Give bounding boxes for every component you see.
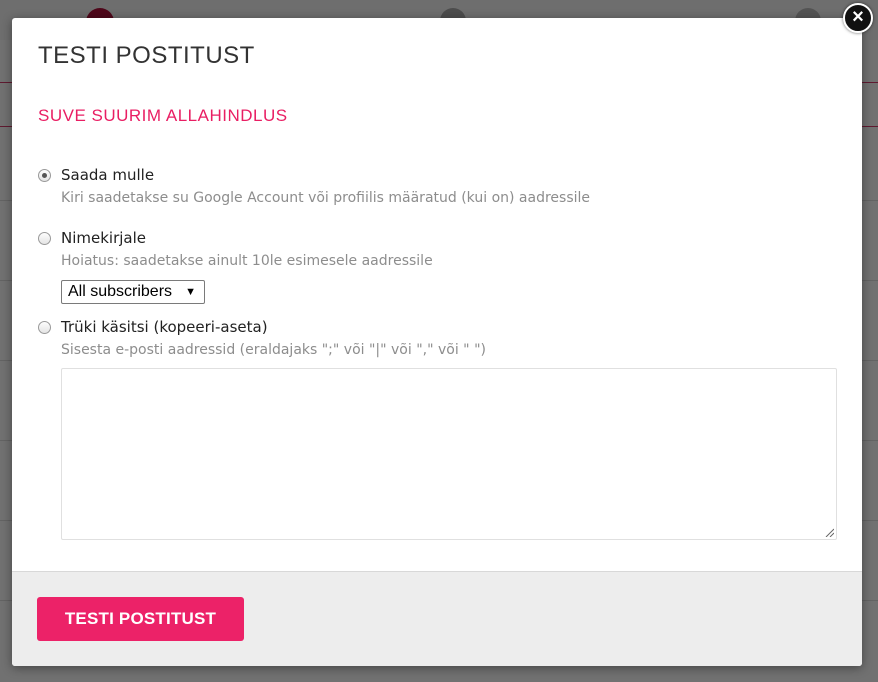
list-select[interactable]: All subscribers ▼ (61, 280, 205, 304)
option-label[interactable]: Nimekirjale (61, 229, 146, 247)
send-test-button[interactable]: TESTI POSTITUST (37, 597, 244, 641)
campaign-name: SUVE SUURIM ALLAHINDLUS (38, 106, 288, 125)
test-send-modal: TESTI POSTITUST SUVE SUURIM ALLAHINDLUS … (12, 18, 862, 666)
option-label[interactable]: Saada mulle (61, 166, 154, 184)
radio-send-to-me[interactable] (38, 169, 51, 182)
option-help-text: Sisesta e-posti aadressid (eraldajaks ";… (61, 342, 486, 358)
list-select-value: All subscribers (68, 283, 173, 300)
radio-to-list[interactable] (38, 232, 51, 245)
emails-textarea[interactable] (61, 368, 837, 540)
option-label[interactable]: Trüki käsitsi (kopeeri-aseta) (61, 318, 268, 336)
modal-footer: TESTI POSTITUST (12, 571, 862, 666)
close-icon[interactable]: × (843, 3, 873, 33)
option-help-text: Kiri saadetakse su Google Account või pr… (61, 190, 591, 206)
resize-grip-icon[interactable] (825, 528, 834, 537)
modal-title: TESTI POSTITUST (38, 42, 255, 69)
option-help-text: Hoiatus: saadetakse ainult 10le esimesel… (61, 253, 433, 269)
dropdown-arrow-icon: ▼ (185, 286, 196, 298)
radio-manual-entry[interactable] (38, 321, 51, 334)
